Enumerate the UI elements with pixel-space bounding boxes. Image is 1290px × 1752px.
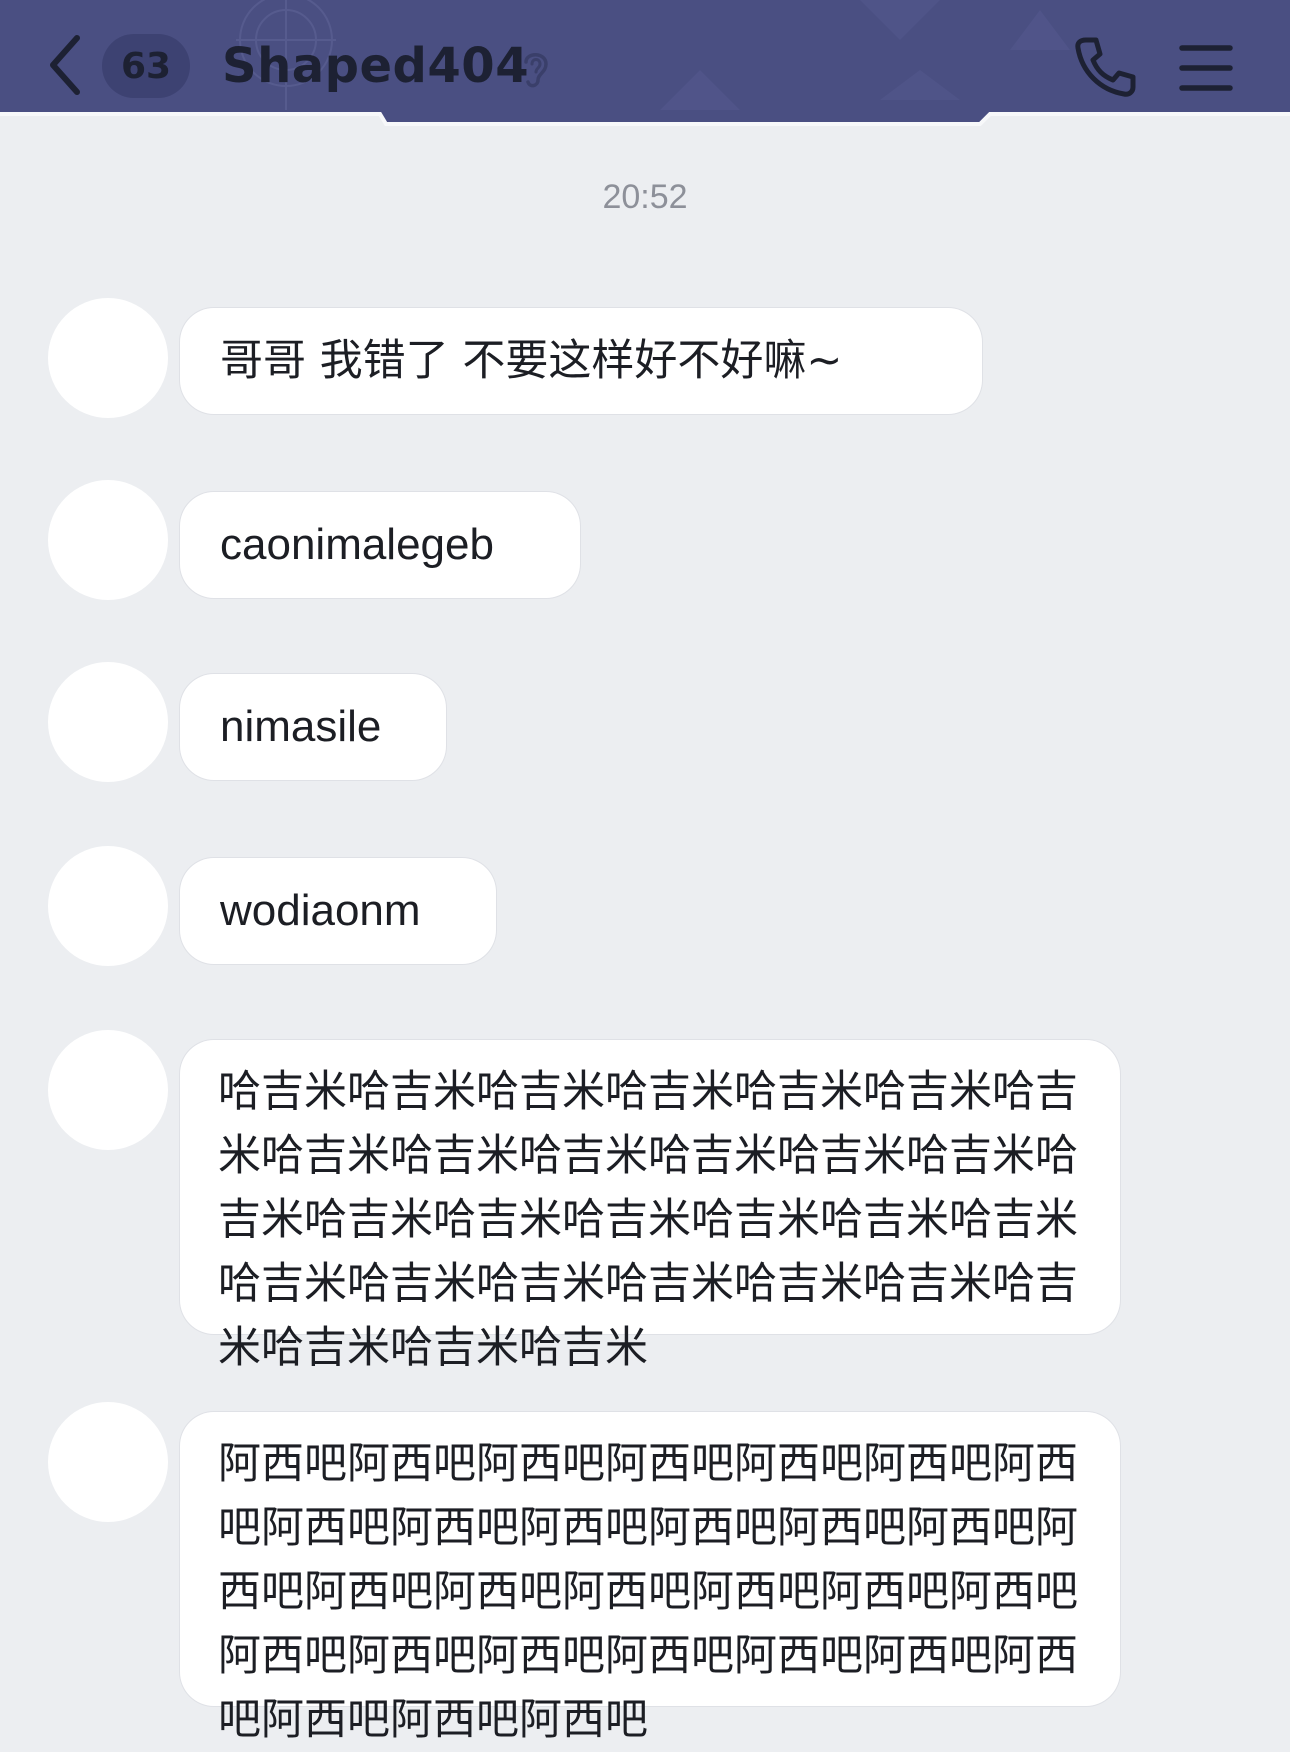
header-edge — [0, 112, 1290, 132]
phone-icon[interactable] — [1072, 34, 1138, 100]
message-row: 阿西吧阿西吧阿西吧阿西吧阿西吧阿西吧阿西吧阿西吧阿西吧阿西吧阿西吧阿西吧阿西吧阿… — [0, 1402, 1290, 1745]
message-row: nimasile — [0, 662, 1290, 792]
chevron-left-icon — [50, 35, 80, 95]
avatar[interactable] — [48, 846, 168, 966]
avatar[interactable] — [48, 662, 168, 782]
avatar[interactable] — [48, 298, 168, 418]
avatar[interactable] — [48, 1030, 168, 1150]
message-row: 哥哥 我错了 不要这样好不好嘛~ — [0, 296, 1290, 426]
message-timestamp: 20:52 — [602, 178, 688, 216]
message-row: caonimalegeb — [0, 480, 1290, 610]
menu-icon[interactable] — [1178, 40, 1234, 96]
avatar[interactable] — [48, 1402, 168, 1522]
message-bubble[interactable]: nimasile — [180, 674, 446, 780]
contact-name[interactable]: Shaped404 — [222, 36, 529, 96]
back-button[interactable] — [40, 30, 90, 100]
message-bubble[interactable]: 哈吉米哈吉米哈吉米哈吉米哈吉米哈吉米哈吉米哈吉米哈吉米哈吉米哈吉米哈吉米哈吉米哈… — [180, 1040, 1120, 1373]
message-bubble[interactable]: wodiaonm — [180, 858, 496, 964]
ear-icon — [524, 53, 548, 88]
avatar[interactable] — [48, 480, 168, 600]
unread-count-badge[interactable]: 63 — [102, 34, 190, 98]
message-bubble[interactable]: caonimalegeb — [180, 492, 580, 598]
message-row: wodiaonm — [0, 846, 1290, 976]
message-bubble[interactable]: 阿西吧阿西吧阿西吧阿西吧阿西吧阿西吧阿西吧阿西吧阿西吧阿西吧阿西吧阿西吧阿西吧阿… — [180, 1412, 1120, 1745]
message-bubble[interactable]: 哥哥 我错了 不要这样好不好嘛~ — [180, 308, 982, 414]
message-row: 哈吉米哈吉米哈吉米哈吉米哈吉米哈吉米哈吉米哈吉米哈吉米哈吉米哈吉米哈吉米哈吉米哈… — [0, 1030, 1290, 1373]
chat-header: 63 Shaped404 — [0, 0, 1290, 122]
